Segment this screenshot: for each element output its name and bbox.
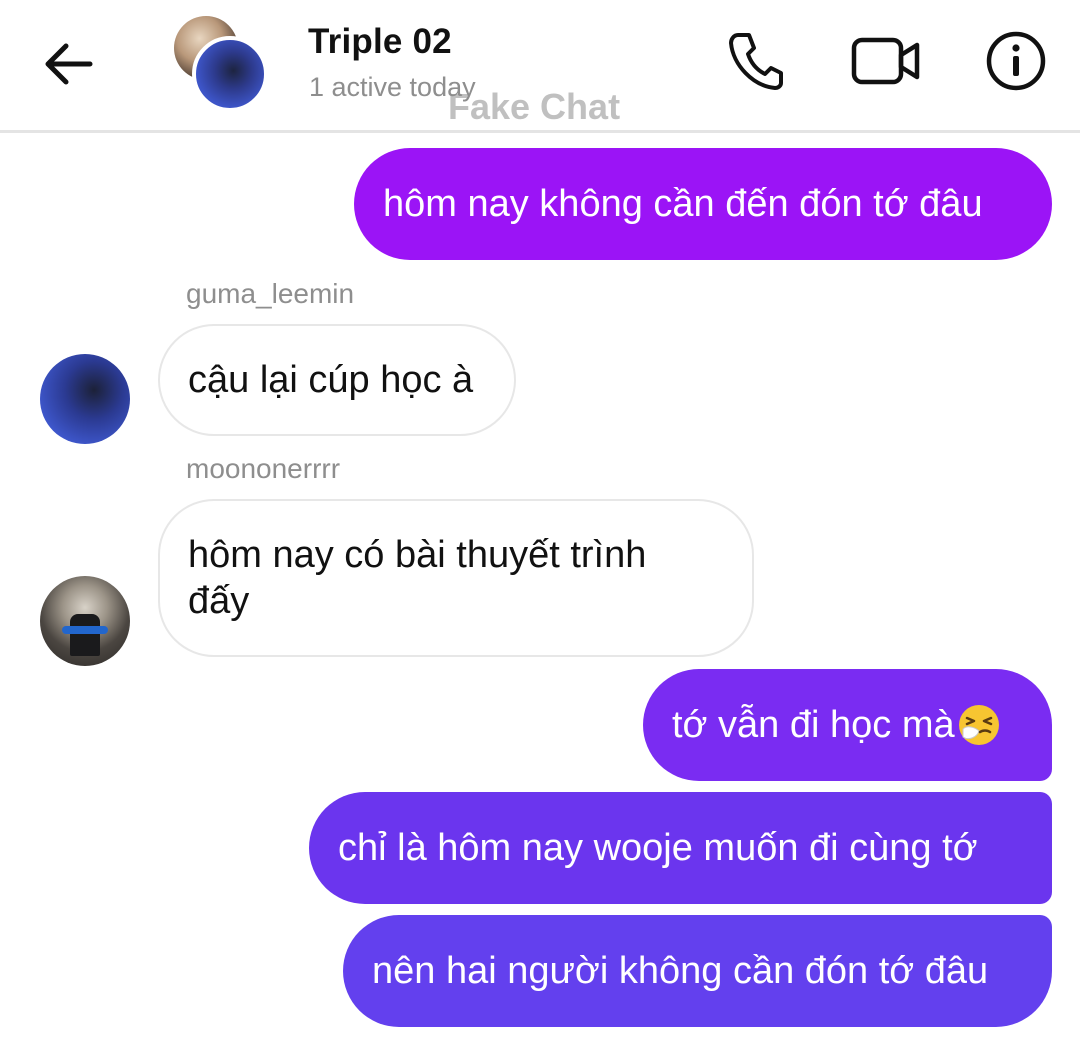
sender-avatar[interactable] bbox=[40, 354, 130, 444]
info-button[interactable] bbox=[980, 26, 1052, 96]
back-button[interactable] bbox=[36, 34, 100, 94]
outgoing-message[interactable]: tớ vẫn đi học mà bbox=[643, 669, 1052, 781]
message-text: tớ vẫn đi học mà bbox=[672, 704, 955, 746]
call-button[interactable] bbox=[720, 26, 790, 96]
message-text: hôm nay có bài thuyết trình đấy bbox=[188, 534, 647, 622]
avatar-figure bbox=[70, 614, 100, 656]
sender-name: moononerrrr bbox=[186, 453, 341, 484]
message-text: cậu lại cúp học à bbox=[188, 359, 474, 401]
phone-icon bbox=[729, 33, 783, 90]
member-avatar-photo bbox=[192, 36, 268, 112]
group-avatar[interactable] bbox=[170, 14, 268, 112]
avatar-figure-accent bbox=[62, 626, 108, 634]
video-call-button[interactable] bbox=[846, 26, 926, 96]
outgoing-message[interactable]: chỉ là hôm nay wooje muốn đi cùng tớ bbox=[309, 792, 1052, 904]
chat-screen: Triple 02 1 active today Fake Chat hôm n… bbox=[0, 0, 1080, 1045]
chat-header: Triple 02 1 active today Fake Chat bbox=[0, 0, 1080, 130]
conversation-title[interactable]: Triple 02 bbox=[308, 22, 452, 62]
message-text: chỉ là hôm nay wooje muốn đi cùng tớ bbox=[338, 827, 978, 869]
sender-avatar[interactable] bbox=[40, 576, 130, 666]
message-text: hôm nay không cần đến đón tớ đâu bbox=[383, 183, 983, 225]
outgoing-message[interactable]: hôm nay không cần đến đón tớ đâu bbox=[354, 148, 1052, 260]
watermark: Fake Chat bbox=[448, 86, 621, 127]
incoming-message[interactable]: cậu lại cúp học à bbox=[158, 324, 516, 436]
sender-name: guma_leemin bbox=[186, 278, 355, 309]
sneezing-face-emoji bbox=[958, 705, 999, 745]
outgoing-message[interactable]: nên hai người không cần đón tớ đâu bbox=[343, 915, 1052, 1027]
info-icon bbox=[986, 31, 1046, 91]
arrow-left-icon bbox=[45, 43, 93, 85]
header-divider bbox=[0, 130, 1080, 133]
video-camera-icon bbox=[851, 37, 920, 85]
message-text: nên hai người không cần đón tớ đâu bbox=[372, 950, 989, 992]
incoming-message[interactable]: hôm nay có bài thuyết trình đấy bbox=[158, 499, 754, 657]
